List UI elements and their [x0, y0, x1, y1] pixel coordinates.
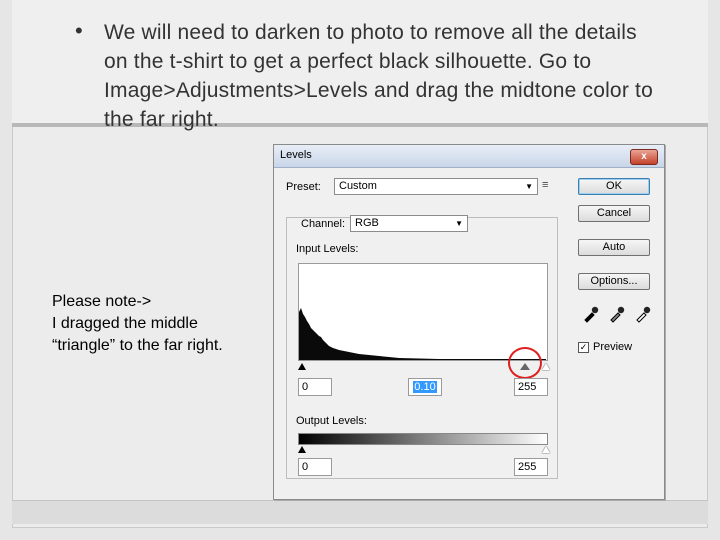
auto-button[interactable]: Auto — [578, 239, 650, 256]
footer-band — [12, 500, 708, 524]
ok-button[interactable]: OK — [578, 178, 650, 195]
channel-label: Channel: — [298, 218, 349, 230]
close-button[interactable]: x — [630, 149, 658, 165]
preset-value: Custom — [339, 180, 377, 192]
preset-select[interactable]: Custom ▼ — [334, 178, 538, 195]
options-button[interactable]: Options... — [578, 273, 650, 290]
input-midtone-value: 0.10 — [413, 381, 437, 393]
output-black-slider[interactable] — [298, 446, 306, 453]
output-levels-label: Output Levels: — [296, 415, 367, 427]
title-bullet: • — [75, 18, 83, 43]
chevron-down-icon: ▼ — [455, 219, 463, 228]
white-eyedropper-icon[interactable] — [634, 305, 652, 323]
preset-menu-icon[interactable]: ≡ — [542, 179, 549, 191]
input-black-field[interactable]: 0 — [298, 378, 332, 396]
input-white-slider[interactable] — [542, 363, 550, 370]
input-white-field[interactable]: 255 — [514, 378, 548, 396]
histogram-graph — [299, 308, 546, 360]
preset-label: Preset: — [286, 181, 321, 193]
note-text: Please note-> I dragged the middle “tria… — [52, 293, 223, 354]
levels-dialog: Levels x Preset: Custom ▼ ≡ Channel: RGB… — [273, 144, 665, 500]
input-levels-label: Input Levels: — [296, 243, 359, 255]
slide-title: We will need to darken to photo to remov… — [104, 21, 653, 131]
preview-label: Preview — [593, 341, 633, 353]
output-white-field[interactable]: 255 — [514, 458, 548, 476]
chevron-down-icon: ▼ — [525, 182, 533, 191]
histogram — [298, 263, 548, 361]
dialog-titlebar[interactable]: Levels x — [274, 145, 664, 168]
output-white-slider[interactable] — [542, 446, 550, 453]
channel-value: RGB — [355, 217, 379, 229]
dialog-title: Levels — [280, 149, 312, 161]
black-eyedropper-icon[interactable] — [582, 305, 600, 323]
input-black-slider[interactable] — [298, 363, 306, 370]
cancel-button[interactable]: Cancel — [578, 205, 650, 222]
output-black-field[interactable]: 0 — [298, 458, 332, 476]
channel-select[interactable]: RGB ▼ — [350, 215, 468, 232]
output-gradient — [298, 433, 548, 445]
input-midtone-field[interactable]: 0.10 — [408, 378, 442, 396]
highlight-circle — [508, 347, 542, 379]
preview-checkbox[interactable]: ✓ — [578, 342, 589, 353]
gray-eyedropper-icon[interactable] — [608, 305, 626, 323]
